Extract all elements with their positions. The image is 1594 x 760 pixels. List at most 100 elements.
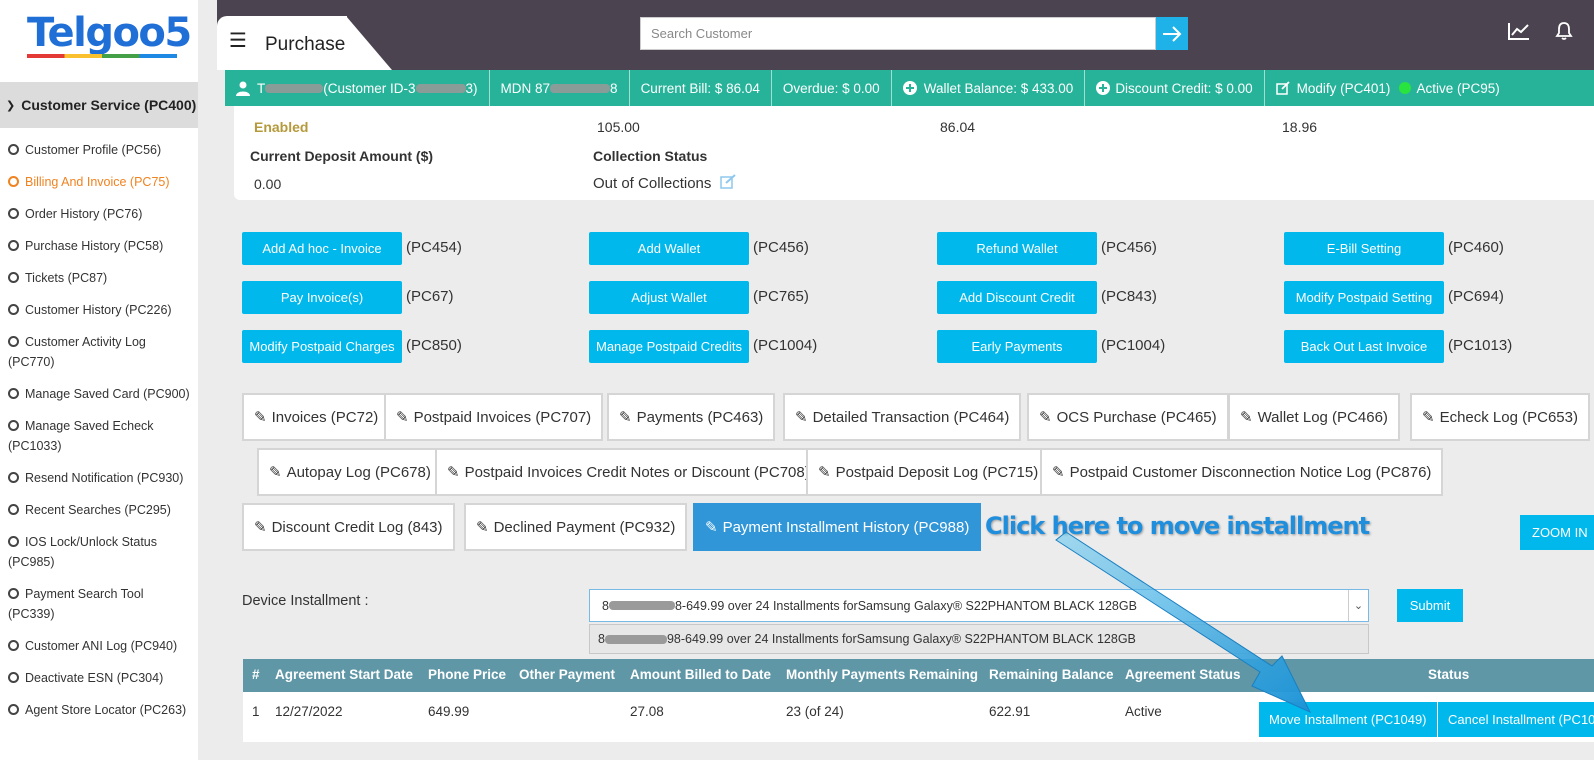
manage-postpaid-credits-button[interactable]: Manage Postpaid Credits — [589, 330, 749, 363]
invoices-log-button[interactable]: ✎ Invoices (PC72) — [242, 393, 391, 441]
pay-invoices-button[interactable]: Pay Invoice(s) — [242, 281, 402, 314]
chart-line-icon[interactable] — [1508, 22, 1530, 40]
move-installment-button[interactable]: Move Installment (PC1049) — [1259, 702, 1437, 737]
page-title: Purchase — [265, 34, 346, 55]
log-label: Postpaid Invoices (PC707) — [413, 408, 592, 426]
early-payments-button[interactable]: Early Payments — [937, 330, 1097, 363]
action-code: (PC694) — [1448, 288, 1504, 305]
device-installment-select[interactable]: 8 8-649.99 over 24 Installments forSamsun… — [589, 589, 1369, 622]
add-wallet-button[interactable]: Add Wallet — [589, 232, 749, 265]
credit-notes-discount-button[interactable]: ✎ Postpaid Invoices Credit Notes or Disco… — [435, 448, 822, 496]
payment-installment-history-button[interactable]: ✎ Payment Installment History (PC988) — [693, 503, 982, 551]
action-code: (PC850) — [406, 337, 462, 354]
discount-credit-cell[interactable]: Discount Credit: $ 0.00 — [1085, 70, 1265, 106]
modify-postpaid-charges-button[interactable]: Modify Postpaid Charges — [242, 330, 402, 363]
sidebar-item-ios-lock-status[interactable]: IOS Lock/Unlock Status (PC985) — [0, 526, 198, 578]
log-label: Invoices (PC72) — [271, 408, 379, 426]
active-status-link[interactable]: Active (PC95) — [1416, 81, 1499, 96]
edit-icon: ✎ — [1039, 409, 1052, 426]
table-header-cell: Phone Price — [428, 667, 507, 682]
discount-credit-log-button[interactable]: ✎ Discount Credit Log (843) — [242, 503, 455, 551]
table-cell: 12/27/2022 — [275, 704, 343, 719]
add-discount-credit-button[interactable]: Add Discount Credit — [937, 281, 1097, 314]
log-label: Declined Payment (PC932) — [493, 518, 676, 536]
modify-postpaid-setting-button[interactable]: Modify Postpaid Setting — [1284, 281, 1444, 314]
disconnection-notice-log-button[interactable]: ✎ Postpaid Customer Disconnection Notice … — [1040, 448, 1444, 496]
log-label: Wallet Log (PC466) — [1257, 408, 1388, 426]
edit-icon: ✎ — [269, 464, 282, 481]
sidebar-item-customer-profile[interactable]: Customer Profile (PC56) — [0, 134, 198, 166]
echeck-log-button[interactable]: ✎ Echeck Log (PC653) — [1410, 393, 1590, 441]
option-value: 98-649.99 over 24 Installments forSamsun… — [666, 632, 1136, 646]
action-code: (PC456) — [753, 239, 809, 256]
collection-value: Out of Collections — [593, 175, 712, 192]
sidebar-section-label: Customer Service (PC400) — [21, 97, 197, 113]
log-label: Echeck Log (PC653) — [1439, 408, 1578, 426]
sidebar-section-header[interactable]: ❯ Customer Service (PC400) — [0, 82, 198, 128]
add-adhoc-invoice-button[interactable]: Add Ad hoc - Invoice — [242, 232, 402, 265]
selected-prefix: 8 — [602, 598, 609, 613]
zoom-in-button[interactable]: ZOOM IN — [1520, 515, 1594, 550]
sidebar-item-label: Tickets (PC87) — [25, 271, 108, 285]
autopay-log-button[interactable]: ✎ Autopay Log (PC678) — [257, 448, 443, 496]
log-label: Payments (PC463) — [636, 408, 764, 426]
sidebar-item-customer-history[interactable]: Customer History (PC226) — [0, 294, 198, 326]
wallet-log-button[interactable]: ✎ Wallet Log (PC466) — [1228, 393, 1400, 441]
sidebar-item-label: Customer ANI Log (PC940) — [25, 639, 178, 653]
sidebar-item-label: Resend Notification (PC930) — [25, 471, 184, 485]
sidebar-item-manage-saved-echeck[interactable]: Manage Saved Echeck (PC1033) — [0, 410, 198, 462]
search-button[interactable] — [1156, 17, 1188, 50]
edit-icon[interactable] — [720, 174, 737, 189]
circle-icon — [8, 208, 19, 219]
sidebar-item-order-history[interactable]: Order History (PC76) — [0, 198, 198, 230]
circle-icon — [8, 536, 19, 547]
log-label: Discount Credit Log (843) — [271, 518, 443, 536]
detailed-transaction-button[interactable]: ✎ Detailed Transaction (PC464) — [783, 393, 1022, 441]
payments-button[interactable]: ✎ Payments (PC463) — [607, 393, 776, 441]
cancel-installment-button[interactable]: Cancel Installment (PC105 — [1438, 702, 1594, 737]
sidebar-item-payment-search-tool[interactable]: Payment Search Tool (PC339) — [0, 578, 198, 630]
sidebar-item-deactivate-esn[interactable]: Deactivate ESN (PC304) — [0, 662, 198, 694]
sidebar-item-customer-ani-log[interactable]: Customer ANI Log (PC940) — [0, 630, 198, 662]
action-code: (PC1004) — [1101, 337, 1166, 354]
modify-link[interactable]: Modify (PC401) — [1297, 81, 1391, 96]
current-bill-text: Current Bill: $ 86.04 — [640, 80, 760, 96]
action-code: (PC765) — [753, 288, 809, 305]
sidebar-item-tickets[interactable]: Tickets (PC87) — [0, 262, 198, 294]
sidebar-item-resend-notification[interactable]: Resend Notification (PC930) — [0, 462, 198, 494]
refund-wallet-button[interactable]: Refund Wallet — [937, 232, 1097, 265]
back-out-last-invoice-button[interactable]: Back Out Last Invoice — [1284, 330, 1444, 363]
sidebar-item-label: Customer Profile (PC56) — [25, 143, 162, 157]
sidebar-item-agent-store-locator[interactable]: Agent Store Locator (PC263) — [0, 694, 198, 726]
hamburger-menu-icon[interactable]: ☰ — [229, 28, 247, 53]
installment-table-header: # Agreement Start Date Phone Price Other… — [243, 659, 1594, 692]
circle-icon — [8, 704, 19, 715]
edit-icon — [1275, 81, 1290, 95]
sidebar-item-manage-saved-card[interactable]: Manage Saved Card (PC900) — [0, 378, 198, 410]
dropdown-option[interactable]: 8 98-649.99 over 24 Installments forSamsu… — [589, 624, 1369, 654]
redacted-text — [550, 83, 611, 93]
ebill-setting-button[interactable]: E-Bill Setting — [1284, 232, 1444, 265]
sidebar-item-purchase-history[interactable]: Purchase History (PC58) — [0, 230, 198, 262]
sidebar-item-billing-invoice[interactable]: Billing And Invoice (PC75) — [0, 166, 198, 198]
table-cell: 1 — [252, 704, 260, 719]
deposit-value: 0.00 — [254, 176, 282, 192]
sidebar-item-customer-activity-log[interactable]: Customer Activity Log (PC770) — [0, 326, 198, 378]
log-label: Payment Installment History (PC988) — [722, 518, 970, 536]
sidebar-item-label: Order History (PC76) — [25, 207, 143, 221]
declined-payment-button[interactable]: ✎ Declined Payment (PC932) — [464, 503, 688, 551]
postpaid-invoices-button[interactable]: ✎ Postpaid Invoices (PC707) — [384, 393, 604, 441]
current-bill-cell: Current Bill: $ 86.04 — [630, 70, 772, 106]
wallet-balance-cell[interactable]: Wallet Balance: $ 433.00 — [892, 70, 1086, 106]
search-customer-input[interactable] — [640, 17, 1156, 50]
option-prefix: 8 — [598, 632, 605, 646]
adjust-wallet-button[interactable]: Adjust Wallet — [589, 281, 749, 314]
submit-button[interactable]: Submit — [1397, 589, 1463, 622]
ocs-purchase-button[interactable]: ✎ OCS Purchase (PC465) — [1027, 393, 1229, 441]
action-code: (PC1004) — [753, 337, 818, 354]
bell-icon[interactable] — [1555, 21, 1573, 41]
table-cell: 649.99 — [428, 704, 470, 719]
postpaid-deposit-log-button[interactable]: ✎ Postpaid Deposit Log (PC715) — [806, 448, 1051, 496]
logo: Telgoo5 — [27, 10, 192, 56]
sidebar-item-recent-searches[interactable]: Recent Searches (PC295) — [0, 494, 198, 526]
